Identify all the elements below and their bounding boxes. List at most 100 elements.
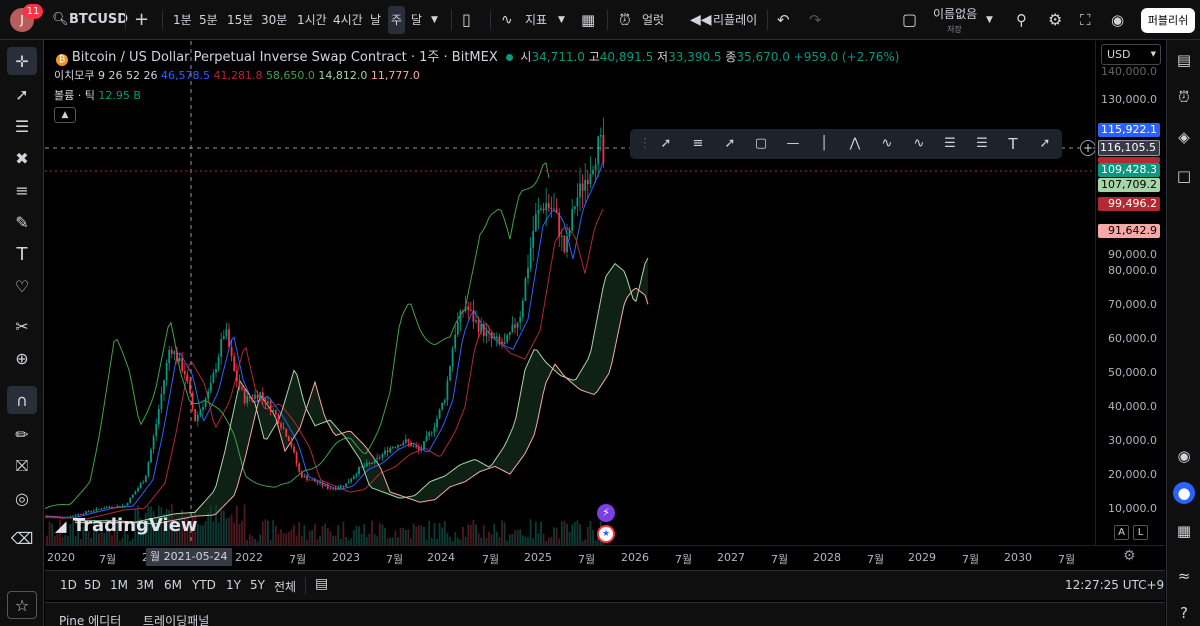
horizontal-line-icon[interactable]: — — [782, 134, 804, 154]
ray-icon[interactable]: ➚ — [719, 134, 741, 154]
chevron-down-icon[interactable]: ▼ — [986, 0, 993, 40]
pattern-icon[interactable]: ✖ — [7, 144, 37, 172]
auto-scale-button[interactable]: A — [1114, 525, 1129, 540]
chevron-down-icon[interactable]: ▼ — [431, 0, 438, 40]
assistant-icon[interactable]: ● — [1173, 482, 1195, 504]
range-ytd[interactable]: YTD — [192, 578, 216, 592]
time-axis[interactable]: 2020 7월 2 2022 7월 2023 7월 2024 7월 2025 7… — [45, 545, 1165, 569]
gear-icon[interactable]: ⚙︎ — [1123, 548, 1136, 564]
fib-retracement-icon[interactable]: ☰ — [7, 112, 37, 140]
interval-1m[interactable]: 1분 — [173, 0, 192, 40]
indicators-icon[interactable]: ∿ — [501, 0, 513, 40]
interval-1h[interactable]: 1시간 — [297, 0, 327, 40]
candle-body — [402, 442, 405, 446]
heart-icon[interactable]: ♡ — [7, 272, 37, 300]
range-6m[interactable]: 6M — [164, 578, 182, 592]
text-icon[interactable]: T — [7, 240, 37, 268]
interval-week[interactable]: 주 — [388, 6, 406, 34]
chat-icon[interactable]: □ — [1173, 165, 1195, 187]
camera-icon[interactable]: ◉ — [1111, 0, 1124, 40]
notification-badge[interactable]: 11 — [23, 4, 43, 19]
log-scale-button[interactable]: L — [1133, 525, 1148, 540]
alarm-icon[interactable]: ⏰︎ — [619, 0, 631, 40]
chart-pane[interactable]: ₿ Bitcoin / US Dollar Perpetual Inverse … — [45, 41, 1095, 545]
ichimoku-legend[interactable]: 이치모쿠 9 26 52 26 46,578.5 41,281.8 58,650… — [54, 67, 420, 83]
tab-pine-editor[interactable]: Pine 에디터 — [59, 612, 121, 626]
indicators-button[interactable]: 지표 — [525, 0, 547, 40]
chevron-down-icon[interactable]: ▼ — [558, 0, 565, 40]
help-icon[interactable]: ? — [1173, 602, 1195, 624]
star-icon[interactable]: ☆ — [7, 591, 37, 619]
quick-search-icon[interactable]: ⚲ — [1016, 0, 1027, 40]
range-3m[interactable]: 3M — [136, 578, 154, 592]
layout-icon[interactable]: ▢ — [902, 0, 917, 40]
gear-icon[interactable]: ⚙︎ — [1048, 0, 1062, 40]
candle-type-icon[interactable]: ▯ — [462, 0, 471, 40]
rectangle-icon[interactable]: ▢ — [750, 134, 772, 154]
symbol-search[interactable]: BTCUSD — [69, 0, 128, 40]
interval-15m[interactable]: 15분 — [227, 0, 253, 40]
xabcd-pattern-icon[interactable]: ⋀ — [844, 134, 866, 154]
add-symbol-button[interactable]: + — [134, 0, 149, 40]
currency-selector[interactable]: USD ▼ — [1101, 44, 1161, 65]
signal-icon[interactable]: ≈ — [1173, 565, 1195, 587]
community-icon[interactable]: ◉ — [1173, 445, 1195, 467]
price-axis[interactable]: USD ▼ 140,000.0 130,000.0 90,000.0 80,00… — [1095, 41, 1165, 545]
interval-month[interactable]: 달 — [411, 0, 422, 40]
range-5d[interactable]: 5D — [84, 578, 101, 592]
range-1y[interactable]: 1Y — [226, 578, 241, 592]
alerts-clock-icon[interactable]: ⏰︎ — [1173, 86, 1195, 108]
range-5y[interactable]: 5Y — [250, 578, 265, 592]
undo-icon[interactable]: ↶ — [777, 0, 790, 40]
parallel-channel-icon[interactable]: ≡ — [687, 134, 709, 154]
us-flag-event-icon[interactable]: ★ — [597, 525, 615, 543]
volume-legend[interactable]: 볼륨 · 틱 12.95 B — [54, 87, 141, 103]
alert-button[interactable]: 얼럿 — [642, 0, 664, 40]
elliott-wave-icon[interactable]: ∿ — [876, 134, 898, 154]
brush-icon[interactable]: ✎ — [7, 208, 37, 236]
date-range-icon[interactable]: ☰ — [971, 134, 993, 154]
replay-button[interactable]: 리플레이 — [713, 0, 757, 40]
interval-5m[interactable]: 5분 — [199, 0, 218, 40]
screener-icon[interactable]: ▦ — [1173, 520, 1195, 542]
interval-30m[interactable]: 30분 — [261, 0, 287, 40]
forecast-icon[interactable]: ≡ — [7, 176, 37, 204]
interval-day[interactable]: 날 — [370, 0, 381, 40]
add-crosshair-icon[interactable]: + — [1080, 140, 1096, 156]
trash-icon[interactable]: ⌫ — [7, 524, 37, 552]
publish-button[interactable]: 퍼블리쉬 — [1141, 8, 1195, 33]
lock-icon[interactable]: ⛝ — [7, 452, 37, 480]
lightning-event-icon[interactable]: ⚡︎ — [597, 504, 615, 522]
tab-trading-panel[interactable]: 트레이딩패널 — [143, 612, 209, 626]
text-icon[interactable]: T — [1002, 134, 1024, 154]
fullscreen-icon[interactable]: ⛶ — [1080, 0, 1091, 40]
symbol-legend[interactable]: ₿ Bitcoin / US Dollar Perpetual Inverse … — [56, 46, 899, 66]
path-icon[interactable]: ➚ — [1034, 134, 1056, 154]
replay-icon[interactable]: ◀◀ — [690, 0, 712, 40]
ruler-icon[interactable]: ✂ — [7, 312, 37, 340]
range-all[interactable]: 전체 — [274, 578, 296, 595]
tradingview-watermark: ◢ TradingView — [55, 515, 198, 536]
eye-icon[interactable]: ◎ — [7, 484, 37, 512]
templates-icon[interactable]: ▦ — [581, 0, 595, 40]
abcd-pattern-icon[interactable]: ∿ — [908, 134, 930, 154]
magnet-icon[interactable]: ∩ — [7, 386, 37, 414]
vertical-line-icon[interactable]: │ — [813, 134, 835, 154]
clock-label[interactable]: 12:27:25 UTC+9 — [1065, 578, 1164, 592]
drag-handle-icon[interactable]: ⋮ — [634, 134, 656, 154]
crosshair-icon[interactable]: ✛ — [7, 47, 37, 75]
trendline-icon[interactable]: ➚ — [655, 134, 677, 154]
range-1m[interactable]: 1M — [110, 578, 128, 592]
redo-icon[interactable]: ↷ — [809, 0, 822, 40]
pencil-lock-icon[interactable]: ✏︎ — [7, 420, 37, 448]
trendline-icon[interactable]: ➚ — [7, 80, 37, 108]
layers-icon[interactable]: ◈ — [1173, 126, 1195, 148]
goto-date-icon[interactable]: ▤ — [315, 576, 328, 592]
range-1d[interactable]: 1D — [60, 578, 77, 592]
collapse-legend-button[interactable]: ▲ — [54, 107, 76, 123]
interval-4h[interactable]: 4시간 — [333, 0, 363, 40]
zoom-in-icon[interactable]: ⊕ — [7, 344, 37, 372]
search-icon[interactable]: 🔍︎ — [52, 0, 69, 40]
watchlist-icon[interactable]: ▤ — [1173, 49, 1195, 71]
fib-extension-icon[interactable]: ☰ — [939, 134, 961, 154]
